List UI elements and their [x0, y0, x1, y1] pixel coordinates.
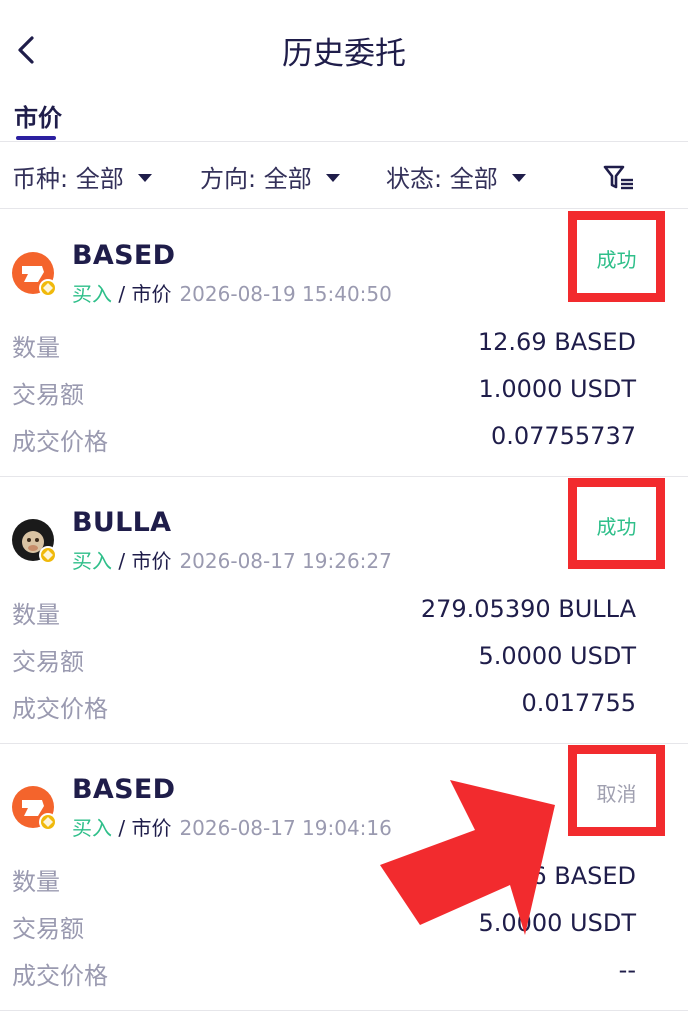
order-side: 买入: [72, 549, 112, 573]
filter-status[interactable]: 状态: 全部: [386, 159, 526, 194]
detail-value: 5.0000 USDT: [478, 909, 636, 937]
meta-separator: /: [112, 816, 132, 840]
detail-row: 成交价格 --: [0, 956, 688, 996]
order-card[interactable]: BASED 买入 / 市价 2026-08-19 15:40:50 成功 数量 1…: [0, 210, 688, 477]
detail-row: 交易额 5.0000 USDT: [0, 642, 688, 682]
detail-label: 数量: [12, 334, 60, 362]
detail-value: 0.017755: [521, 689, 636, 717]
tab-active-indicator: [16, 136, 56, 140]
detail-row: 成交价格 0.07755737: [0, 422, 688, 462]
app-header: 历史委托: [0, 0, 688, 96]
filter-settings-button[interactable]: [603, 163, 635, 193]
order-time: 2026-08-19 15:40:50: [179, 282, 392, 306]
order-meta: 买入 / 市价 2026-08-19 15:40:50: [72, 278, 392, 307]
coin-symbol: BASED: [72, 240, 176, 271]
detail-value: --: [618, 956, 636, 984]
detail-label: 交易额: [12, 915, 84, 943]
detail-value: 279.05390 BULLA: [420, 595, 636, 623]
detail-label: 交易额: [12, 381, 84, 409]
detail-label: 数量: [12, 601, 60, 629]
coin-symbol: BASED: [72, 774, 176, 805]
coin-symbol: BULLA: [72, 507, 172, 538]
bulla-coin-icon: [12, 519, 57, 564]
order-time: 2026-08-17 19:04:16: [179, 816, 392, 840]
order-type: 市价: [131, 549, 172, 573]
caret-down-icon: [325, 173, 340, 182]
filter-currency-label: 币种: 全部: [12, 165, 124, 193]
filter-direction-label: 方向: 全部: [200, 165, 312, 193]
status-badge: 成功: [596, 248, 637, 272]
detail-label: 成交价格: [12, 428, 108, 456]
meta-separator: /: [112, 282, 132, 306]
status-badge: 成功: [596, 515, 637, 539]
detail-label: 成交价格: [12, 695, 108, 723]
order-type: 市价: [131, 282, 172, 306]
detail-value: 12.69 BASED: [477, 328, 636, 356]
order-meta: 买入 / 市价 2026-08-17 19:26:27: [72, 545, 392, 574]
detail-row: 数量 12.69 BASED: [0, 328, 688, 368]
detail-value: 0.07755737: [490, 422, 636, 450]
filter-list-icon: [603, 165, 633, 190]
detail-value: 5.0000 USDT: [478, 642, 636, 670]
tab-market[interactable]: 市价: [14, 98, 62, 133]
detail-label: 数量: [12, 868, 60, 896]
status-badge: 取消: [596, 782, 637, 806]
order-side: 买入: [72, 282, 112, 306]
detail-row: 交易额 5.0000 USDT: [0, 909, 688, 949]
order-type: 市价: [131, 816, 172, 840]
order-meta: 买入 / 市价 2026-08-17 19:04:16: [72, 812, 392, 841]
filter-direction[interactable]: 方向: 全部: [200, 159, 340, 194]
detail-row: 交易额 1.0000 USDT: [0, 375, 688, 415]
detail-value: 1.0000 USDT: [478, 375, 636, 403]
filter-status-label: 状态: 全部: [386, 165, 498, 193]
order-card[interactable]: BASED 买入 / 市价 2026-08-17 19:04:16 取消 数量 6…: [0, 744, 688, 1011]
filter-bar: 币种: 全部 方向: 全部 状态: 全部: [0, 143, 688, 209]
detail-label: 成交价格: [12, 962, 108, 990]
order-time: 2026-08-17 19:26:27: [179, 549, 392, 573]
detail-label: 交易额: [12, 648, 84, 676]
order-type-tabs: 市价: [0, 96, 688, 142]
based-coin-icon: [12, 786, 57, 831]
based-coin-icon: [12, 252, 57, 297]
meta-separator: /: [112, 549, 132, 573]
detail-row: 成交价格 0.017755: [0, 689, 688, 729]
order-card[interactable]: BULLA 买入 / 市价 2026-08-17 19:26:27 成功 数量 2…: [0, 477, 688, 744]
detail-row: 数量 6 BASED: [0, 862, 688, 902]
detail-row: 数量 279.05390 BULLA: [0, 595, 688, 635]
caret-down-icon: [511, 173, 526, 182]
detail-value: 6 BASED: [531, 862, 636, 890]
filter-currency[interactable]: 币种: 全部: [12, 159, 152, 194]
caret-down-icon: [137, 173, 152, 182]
page-title: 历史委托: [282, 36, 406, 72]
order-side: 买入: [72, 816, 112, 840]
